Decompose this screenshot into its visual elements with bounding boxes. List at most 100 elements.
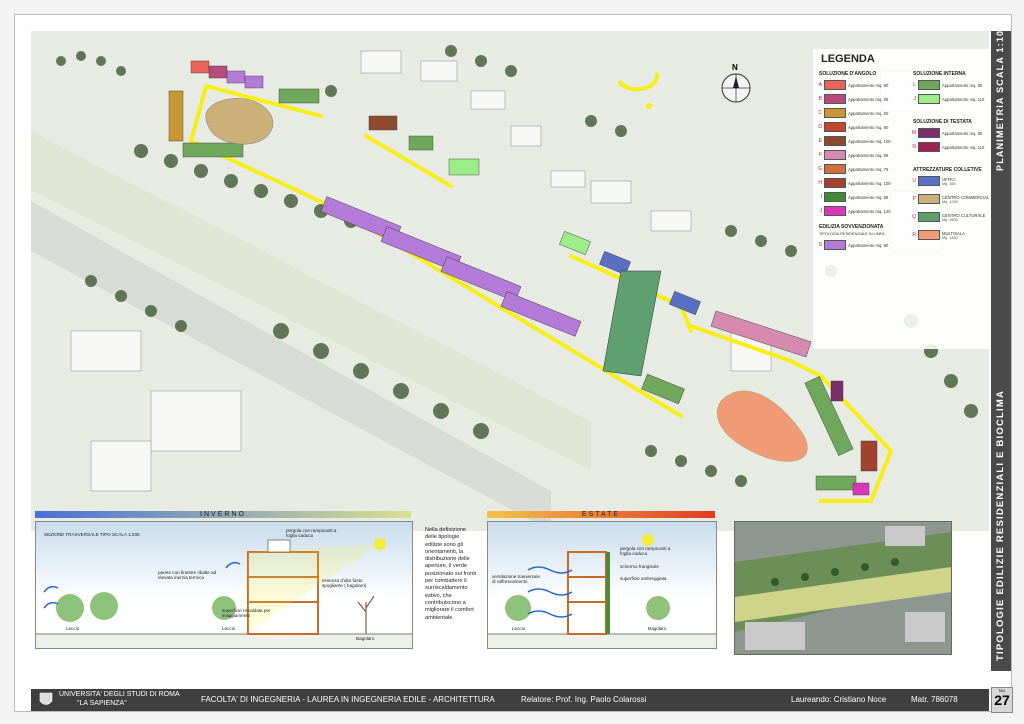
north-label: N <box>732 63 738 72</box>
legend-color-swatch <box>918 194 940 204</box>
legend-item-label: Appartamento mq. 80 <box>848 82 889 88</box>
legend-item: F Appartamento mq. 95 <box>815 150 889 160</box>
legend-sovvenzionata-note: TIPOLOGIA RESIDENZIALE IN LINEA <box>819 232 885 236</box>
legend-color-swatch <box>824 150 846 160</box>
estate-note-schermo: schermo frangisole <box>620 564 659 569</box>
legend-item-label: Appartamento mq. 75 <box>848 166 889 172</box>
legend-item: B Appartamento mq. 65 <box>815 94 889 104</box>
footer-university: UNIVERSITA' DEGLI STUDI DI ROMA <box>59 691 180 698</box>
legend-item-letter: N <box>912 144 916 150</box>
legend-item-letter: M <box>911 130 916 136</box>
legend-item: M Appartamento mq. 80 <box>909 128 983 138</box>
legend-item-label: Appartamento mq. 110 <box>942 144 985 150</box>
footer-relatore: Relatore: Prof. Ing. Paolo Colarossi <box>521 695 647 704</box>
legend-item-sublabel: Mq. 1800 <box>942 235 958 240</box>
inverno-heading: SEZIONE TRASVERSALE TIPO SCALA 1:200 <box>44 532 140 537</box>
legend-color-swatch <box>918 212 940 222</box>
legend-item: Q CENTRO CULTURALE Mq. 2600 <box>909 212 986 222</box>
legend-item: N Appartamento mq. 110 <box>909 142 985 152</box>
plan-subtitle: TIPOLOGIE EDILIZIE RESIDENZIALI E BIOCLI… <box>995 389 1006 661</box>
legend-item-label: Appartamento mq. 100 <box>848 138 891 144</box>
aerial-render-image <box>734 521 952 655</box>
legend: LEGENDA SOLUZIONE D'ANGOLO A Appartamento… <box>813 49 989 349</box>
inverno-note-pergola: pergola con rampicanti a foglia caduca <box>286 528 337 539</box>
legend-item-letter: J <box>913 96 917 102</box>
legend-color-swatch <box>824 164 846 174</box>
legend-item-letter: D <box>818 124 822 130</box>
estate-note-ventilazione: ventilazione trasversale di raffrescamen… <box>492 574 541 585</box>
legend-color-swatch <box>824 108 846 118</box>
inverno-note-essenza: essenza d'alto fusto spogliante ( bagola… <box>322 578 367 589</box>
legend-item-label: Appartamento mq. 80 <box>848 242 889 248</box>
inverno-note-superficie: superficie riscaldata per irraggiamento <box>222 608 271 619</box>
legend-color-swatch <box>918 142 940 152</box>
site-plan-map: N LEGENDA SOLUZIONE D'ANGOLO A Appartamen… <box>31 31 989 531</box>
inverno-bar: INVERNO <box>35 511 411 518</box>
sheet-number: 27 <box>994 692 1010 708</box>
legend-color-swatch <box>918 230 940 240</box>
legend-item-letter: A <box>818 82 822 88</box>
bioclimatic-sections: INVERNO ESTATE SEZIONE TRASVERSALE TIPO … <box>35 511 717 649</box>
legend-color-swatch <box>918 176 940 186</box>
legend-item: U UFFICI Mq. 350 <box>909 176 956 186</box>
title-block-footer: UNIVERSITA' DEGLI STUDI DI ROMA "LA SAPI… <box>31 689 989 711</box>
legend-item-label: Appartamento mq. 60 <box>848 110 889 116</box>
legend-item-sublabel: Mq. 2600 <box>942 217 958 222</box>
legend-item: J Appartamento mq. 120 <box>815 206 891 216</box>
estate-note-pergola: pergola con rampicanti a foglia caduca <box>620 546 671 557</box>
legend-section-testata: SOLUZIONE DI TESTATA <box>913 119 972 125</box>
legend-item-label: CENTRO CULTURALE Mq. 2600 <box>942 212 986 222</box>
estate-tree-left: Leccio <box>512 626 526 631</box>
legend-item-letter: S <box>818 242 822 248</box>
footer-faculty: FACOLTA' DI INGEGNERIA - LAUREA IN INGEG… <box>201 695 495 704</box>
inverno-tree-mid: Leccio <box>222 626 236 631</box>
legend-item: C Appartamento mq. 60 <box>815 108 889 118</box>
legend-color-swatch <box>824 122 846 132</box>
legend-color-swatch <box>824 178 846 188</box>
legend-section-attrezzature: ATTREZZATURE COLLETIVE <box>913 167 982 173</box>
legend-item-label: Appartamento mq. 80 <box>942 130 983 136</box>
bioclimatic-description: Nella definizione delle tipologie ediliz… <box>425 527 476 621</box>
legend-item-letter: G <box>818 166 822 172</box>
legend-item: A Appartamento mq. 80 <box>815 80 889 90</box>
legend-title: LEGENDA <box>821 53 875 65</box>
legend-item-letter: E <box>818 138 822 144</box>
university-seal-icon <box>39 692 53 705</box>
legend-section-angolo: SOLUZIONE D'ANGOLO <box>819 71 877 77</box>
title-strip: PLANIMETRIA SCALA 1:1000 TIPOLOGIE EDILI… <box>991 17 1011 671</box>
legend-item-label: Appartamento mq. 95 <box>848 152 889 158</box>
legend-color-swatch <box>824 80 846 90</box>
legend-color-swatch <box>824 136 846 146</box>
estate-bar: ESTATE <box>487 511 715 518</box>
footer-matricola: Matr. 786078 <box>911 695 958 704</box>
legend-item-letter: B <box>818 96 822 102</box>
legend-item-letter: U <box>912 178 916 184</box>
footer-laureando: Laureando: Cristiano Noce <box>791 695 887 704</box>
legend-color-swatch <box>824 192 846 202</box>
legend-item: S Appartamento mq. 80 <box>815 240 889 250</box>
legend-item-letter: P <box>912 196 916 202</box>
legend-item-label: Appartamento mq. 65 <box>848 96 889 102</box>
legend-item-letter: J <box>819 208 823 214</box>
legend-item-label: Appartamento mq. 100 <box>848 180 891 186</box>
legend-item: L Appartamento mq. 80 <box>909 80 982 90</box>
sheet-number-box: TAV. 27 <box>991 687 1013 713</box>
legend-item: H Appartamento mq. 100 <box>815 178 891 188</box>
legend-item-letter: Q <box>912 214 916 220</box>
legend-section-interna: SOLUZIONE INTERNA <box>913 71 966 77</box>
legend-item: J Appartamento mq. 110 <box>909 94 984 104</box>
legend-item-label: CENTRO COMMERCIALE Mq. 1200 <box>942 195 989 204</box>
legend-color-swatch <box>824 240 846 250</box>
legend-item: D Appartamento mq. 80 <box>815 122 888 132</box>
legend-color-swatch <box>824 206 846 216</box>
estate-note-superficie: superficie ombreggiata <box>620 576 667 581</box>
legend-item-sublabel: Mq. 1200 <box>942 199 958 204</box>
legend-section-sovvenzionata: EDILIZIA SOVVENZIONATA <box>819 224 884 230</box>
inverno-section-panel: SEZIONE TRASVERSALE TIPO SCALA 1:200 per… <box>35 521 413 649</box>
legend-color-swatch <box>918 80 940 90</box>
legend-item-label: Appartamento mq. 88 <box>848 194 889 200</box>
legend-item-letter: I <box>820 194 822 200</box>
estate-tree-right: Bagolaro <box>648 626 667 631</box>
legend-item: E Appartamento mq. 100 <box>815 136 891 146</box>
legend-item: P CENTRO COMMERCIALE Mq. 1200 <box>909 194 989 204</box>
